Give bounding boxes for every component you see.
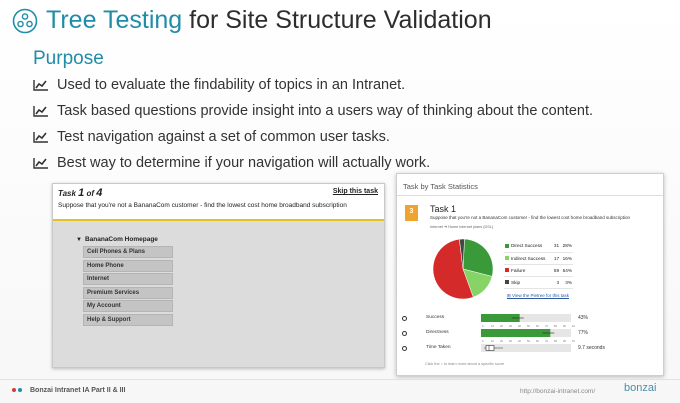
task-header: Task 1 of 4 Skip this task Suppose that … [53,184,384,221]
legend-label: Direct Success [504,240,552,253]
trend-chart-icon [33,80,48,91]
trend-chart-icon [33,106,48,117]
title-row: Tree Testing for Site Structure Validati… [12,6,492,35]
footer-url[interactable]: http://bonzai-intranet.com/ [520,388,595,395]
stats-title: Task by Task Statistics [403,182,478,191]
title-rest: for Site Structure Validation [182,6,492,34]
metric-value-directness: 77% [578,330,589,336]
deck-title: Bonzai Intranet IA Part II & III [30,387,126,394]
legend-row: Indirect Success 17 16% [504,252,573,265]
info-dot-icon[interactable] [402,331,407,336]
time-taken-boxplot [481,344,571,352]
trend-chart-icon [33,132,48,143]
task-total: 4 [96,187,103,199]
task-counter: Task 1 of 4 [58,187,102,199]
results-legend: Direct Success 31 28% Indirect Success 17 16… [504,240,573,289]
legend-count: 3 [551,276,561,289]
task-score-badge: 3 [405,205,418,221]
legend-pct: 16% [560,252,573,265]
task-word: Task [58,189,79,198]
bullet-item: Test navigation against a set of common … [33,124,593,150]
legend-label: Indirect Success [504,252,552,265]
metric-label-success: Success [426,315,445,320]
legend-count: 17 [551,252,561,265]
tree-root-label: BananaCom Homepage [84,236,158,243]
view-pietree-link[interactable]: ⊞ View the Pietree for this task [507,293,569,299]
directness-bar: 0102030405060708090100 [481,329,575,343]
bullet-text: Used to evaluate the findability of topi… [57,77,406,93]
title-accent: Tree Testing [46,6,183,34]
click-hint: Click the ○ to learn more about a specif… [425,362,505,366]
legend-row: Skip 3 3% [504,276,573,289]
legend-row: Direct Success 31 28% [504,240,573,253]
tree-item-internet[interactable]: Internet [83,273,173,286]
task-of: of [84,189,97,198]
pietree-link-text: View the Pietree for this task [512,293,569,298]
swatch [505,268,509,273]
bonzai-logo-icon [12,8,38,33]
bonzai-dots-icon [12,387,24,394]
stats-task-path: Internet ➜ Home internet plans (DSL) [430,225,494,229]
navigation-tree: ▼ BananaCom Homepage Cell Phones & Plans … [76,236,173,328]
info-dot-icon[interactable] [402,316,407,321]
tree-item-help-support[interactable]: Help & Support [83,313,173,326]
stats-task-name: Task 1 [430,204,457,214]
metric-value-success: 43% [578,315,589,321]
swatch [505,244,509,249]
swatch [505,256,509,261]
task-prompt: Suppose that you're not a BananaCom cust… [58,202,347,209]
footer-left: Bonzai Intranet IA Part II & III [12,387,125,394]
legend-text: Indirect Success [511,255,546,261]
info-dot-icon[interactable] [402,346,407,351]
page-title: Tree Testing for Site Structure Validati… [46,6,492,35]
bullet-item: Task based questions provide insight int… [33,98,593,124]
metric-label-directness: Directness [426,330,449,335]
legend-text: Direct Success [511,243,543,249]
legend-row: Failure 59 54% [504,264,573,277]
footer-divider [0,379,680,380]
legend-count: 59 [551,264,561,277]
skip-task-link[interactable]: Skip this task [333,188,378,195]
caret-down-icon: ▼ [76,237,82,243]
legend-label: Failure [504,264,552,277]
bonzai-footer-logo-text: bonzai [624,382,657,394]
tree-root[interactable]: ▼ BananaCom Homepage [76,236,173,243]
stats-screenshot: Task by Task Statistics 3 Task 1 Suppose… [396,173,664,376]
bar-fill [481,329,551,337]
tree-item-home-phone[interactable]: Home Phone [83,259,173,272]
section-heading: Purpose [33,48,104,69]
stats-task-desc: Suppose that you're not a BananaCom cust… [430,215,630,220]
box [485,345,495,351]
metric-label-time: Time Taken [426,345,451,350]
bullet-text: Task based questions provide insight int… [57,103,594,119]
bullet-text: Test navigation against a set of common … [57,129,390,145]
trend-chart-icon [33,158,48,169]
tree-item-my-account[interactable]: My Account [83,300,173,313]
legend-text: Failure [511,267,526,273]
bullet-item: Used to evaluate the findability of topi… [33,72,593,98]
legend-label: Skip [504,276,552,289]
tree-item-cell-phones[interactable]: Cell Phones & Plans [83,246,173,258]
tree-item-premium-services[interactable]: Premium Services [83,286,173,299]
legend-pct: 28% [560,240,573,253]
swatch [505,280,509,285]
task-screenshot: Task 1 of 4 Skip this task Suppose that … [52,183,385,368]
bullet-text: Best way to determine if your navigation… [57,155,431,171]
success-bar: 0102030405060708090100 [481,314,575,328]
metric-value-time: 9.7 seconds [578,345,605,351]
legend-text: Skip [511,279,521,285]
results-pie-chart [432,238,494,300]
bullet-list: Used to evaluate the findability of topi… [33,72,593,176]
legend-pct: 3% [560,276,573,289]
legend-pct: 54% [560,264,573,277]
footer-logo: bonzai [624,382,656,394]
divider [397,195,663,196]
legend-count: 31 [551,240,561,253]
